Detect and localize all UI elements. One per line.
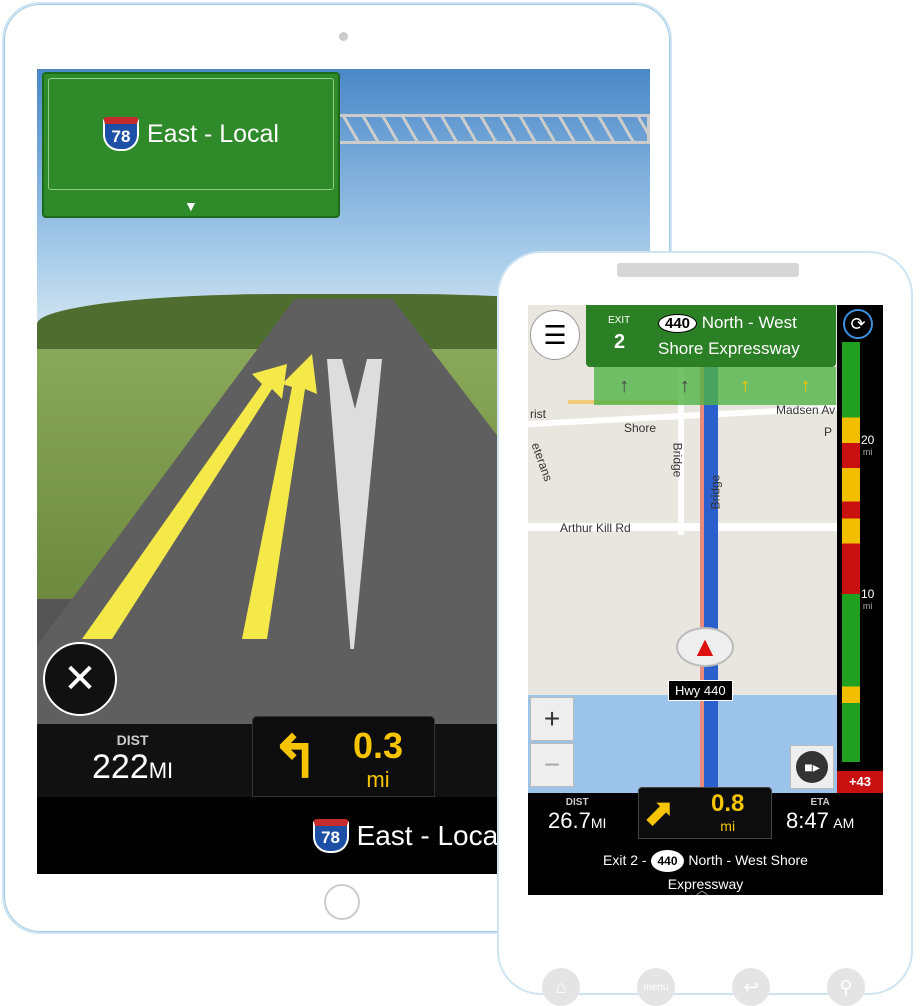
map-label: Madsen Av [776, 403, 836, 417]
phone-screen: rist Shore Bridge Madsen Av P eterans Ar… [528, 305, 883, 895]
eta-label: ETA [810, 797, 830, 808]
home-icon: ⌂ [555, 976, 567, 997]
route-shield: 440 [658, 314, 698, 333]
map-label: Arthur Kill Rd [560, 521, 631, 535]
speaker [617, 263, 799, 277]
lane-arrow-icon: ↑ [679, 374, 690, 397]
vehicle-position-icon: ▲ [676, 627, 734, 667]
dist-unit: MI [590, 815, 607, 831]
camera [339, 32, 348, 41]
next-turn: ↰ 0.3 mi [252, 716, 435, 797]
traffic-bar: ⟳ 20 mi 10 mi +43 [837, 305, 883, 793]
eta-value: 8:47 [786, 808, 829, 833]
exit-number: 2 [614, 331, 626, 353]
phone-device: rist Shore Bridge Madsen Av P eterans Ar… [497, 251, 913, 1006]
sign-line1: North - West [701, 313, 797, 332]
next-road-name: East - Local [356, 819, 505, 851]
map-label: eterans [528, 440, 556, 484]
traffic-unit: mi [862, 601, 873, 611]
interstate-shield: 78 [102, 117, 139, 151]
turn-unit: mi [720, 818, 736, 834]
current-road-label: Hwy 440 [668, 680, 733, 701]
traffic-unit: mi [862, 447, 873, 457]
exit-right-icon: ⬈ [643, 792, 675, 834]
route-shield: 440 [650, 849, 685, 873]
map-label: Bridge [670, 442, 685, 478]
dist-value: 222 [92, 748, 149, 786]
menu-button[interactable]: ☰ [530, 310, 580, 360]
dist-label: DIST [565, 797, 589, 808]
map-label: Shore [624, 421, 657, 435]
map-label: Bridge [708, 474, 723, 510]
hamburger-icon: ☰ [543, 319, 567, 350]
sign-text: East - Local [146, 119, 279, 148]
arrow-down-icon[interactable]: ▼ [184, 198, 198, 214]
phone-info-bar: DIST 26.7MI ⬈ 0.8 mi ETA 8:47 AM Exit 2 -… [528, 787, 883, 895]
turn-distance: 0.3 [353, 725, 404, 766]
traffic-mark: 20 [861, 433, 875, 447]
dist-label: DIST [116, 732, 149, 748]
turn-left-arrow-icon: ↰ [271, 725, 320, 790]
turn-distance: 0.8 [711, 790, 745, 817]
traffic-gradient [842, 342, 860, 762]
lane-arrow-icon: ↑ [619, 374, 630, 397]
instruction-prefix: Exit 2 - [603, 852, 647, 868]
eta-unit: AM [833, 815, 855, 831]
lane-guidance: ↑ ↑ ↑ ↑ [594, 367, 836, 405]
dist-value: 26.7 [548, 808, 591, 833]
exit-label: EXIT [608, 315, 631, 326]
search-softkey[interactable]: ⚲ [827, 968, 865, 1006]
menu-icon: menu [643, 981, 669, 993]
lane-arrow-icon: ↑ [740, 374, 751, 397]
map-label: P [824, 425, 833, 439]
interstate-shield: 78 [312, 818, 349, 853]
zoom-in-button[interactable]: + [530, 697, 574, 741]
lane-arrow-icon: ↑ [800, 374, 811, 397]
video-camera-icon: ■▸ [796, 751, 828, 783]
refresh-icon: ⟳ [850, 313, 866, 334]
overhead-gantry [337, 114, 650, 144]
home-softkey[interactable]: ⌂ [542, 968, 580, 1006]
exit-sign: EXIT 2 440 North - West Shore Expressway [586, 305, 836, 367]
traffic-mark: 10 [861, 587, 875, 601]
back-icon: ↩ [743, 976, 759, 997]
refresh-button[interactable]: ⟳ [843, 309, 873, 339]
dist-unit: MI [148, 758, 174, 783]
camera-button[interactable]: ■▸ [790, 745, 834, 789]
close-icon: ✕ [63, 657, 97, 701]
search-icon: ⚲ [839, 976, 853, 997]
map-label: rist [530, 407, 546, 421]
sign-line2: Shore Expressway [658, 339, 800, 358]
distance-remaining: DIST 222MI [92, 732, 173, 787]
zoom-out-button[interactable]: − [530, 743, 574, 787]
menu-softkey[interactable]: menu [637, 968, 675, 1006]
traffic-delay: +43 [837, 771, 883, 793]
route-line [700, 365, 718, 795]
guidance-sign: 78 East - Local ▼ [42, 72, 340, 218]
turn-unit: mi [366, 767, 390, 792]
instruction-line1: North - West Shore [688, 852, 808, 868]
back-softkey[interactable]: ↩ [732, 968, 770, 1006]
close-button[interactable]: ✕ [43, 642, 117, 716]
chevron-up-icon[interactable]: ︿ [696, 881, 708, 895]
home-button[interactable] [324, 884, 360, 920]
